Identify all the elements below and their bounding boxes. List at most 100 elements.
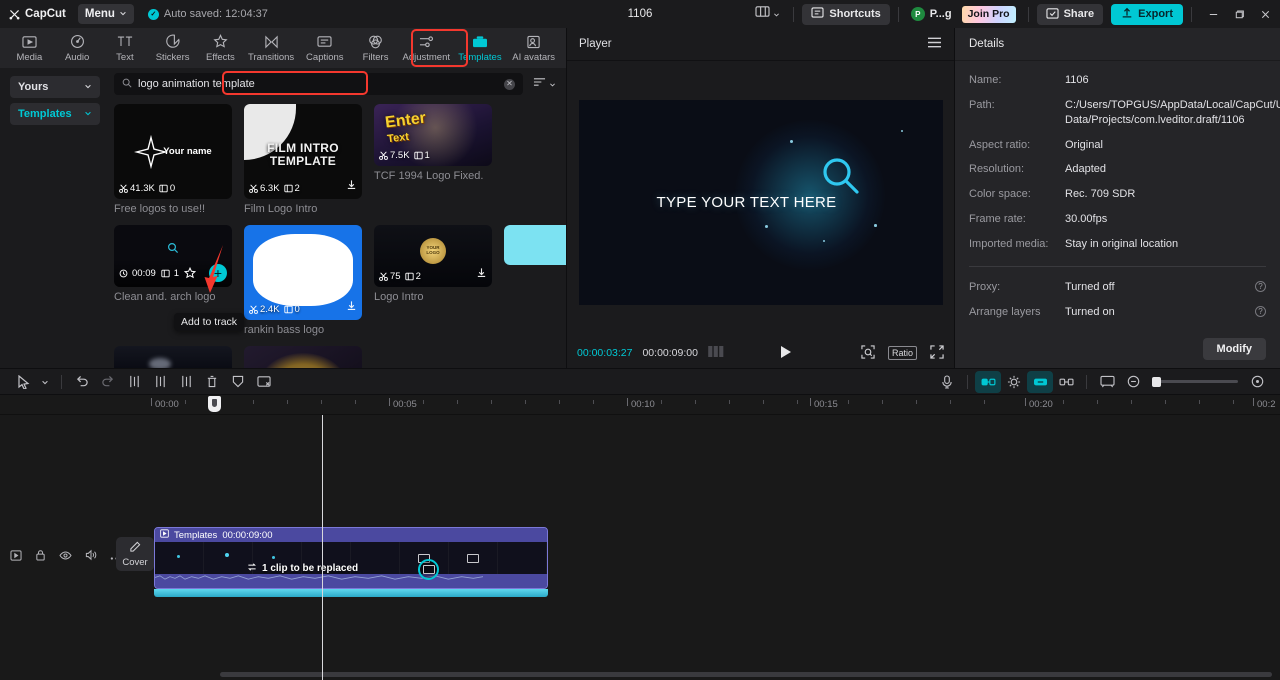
mirror-icon[interactable] bbox=[251, 371, 277, 393]
clips-stat: 2 bbox=[404, 271, 421, 282]
zoom-in-icon[interactable] bbox=[1244, 371, 1270, 393]
download-icon[interactable] bbox=[346, 298, 357, 316]
tab-ai-avatars[interactable]: AI avatars bbox=[507, 29, 560, 67]
menu-button[interactable]: Menu bbox=[77, 4, 134, 24]
card-thumbnail bbox=[504, 225, 566, 265]
template-card[interactable] bbox=[114, 346, 232, 368]
zoom-slider[interactable] bbox=[1152, 376, 1238, 387]
account-name: P...g bbox=[929, 8, 952, 20]
tab-effects[interactable]: Effects bbox=[197, 29, 244, 67]
account-button[interactable]: P P...g Join Pro bbox=[907, 5, 1020, 23]
auto-adjust-icon[interactable] bbox=[1001, 371, 1027, 393]
card-caption: Free logos to use!! bbox=[114, 203, 206, 215]
info-icon[interactable]: ? bbox=[1255, 305, 1266, 317]
mute-icon[interactable] bbox=[85, 548, 97, 566]
template-card[interactable]: YOUR LOGO 75 2 Logo Intro bbox=[374, 225, 492, 336]
horizontal-scrollbar[interactable] bbox=[220, 672, 1272, 677]
tab-transitions[interactable]: Transitions bbox=[245, 29, 298, 67]
add-to-track-button[interactable]: + bbox=[209, 264, 227, 282]
chevron-down-icon bbox=[84, 108, 92, 120]
fullscreen-icon[interactable] bbox=[930, 344, 944, 362]
shortcuts-button[interactable]: Shortcuts bbox=[802, 3, 890, 25]
detail-label: Path: bbox=[969, 98, 995, 111]
download-icon[interactable] bbox=[476, 265, 487, 283]
captions-icon bbox=[317, 34, 332, 50]
detail-row-aspect-ratio: Aspect ratio: Original bbox=[969, 138, 1266, 153]
layout-button[interactable] bbox=[750, 5, 785, 23]
uses-value: 2.4K bbox=[260, 304, 280, 315]
frames-icon[interactable] bbox=[708, 346, 724, 360]
star-icon[interactable] bbox=[184, 267, 197, 279]
share-button[interactable]: Share bbox=[1036, 3, 1104, 25]
template-card[interactable] bbox=[504, 225, 566, 336]
clips-value: 1 bbox=[173, 267, 180, 279]
sort-filter-button[interactable] bbox=[533, 75, 556, 93]
audio-track[interactable] bbox=[154, 589, 548, 597]
template-card[interactable]: Enter Text 7.5K 1 TCF 1994 Logo Fixed. bbox=[374, 104, 492, 215]
zoom-slider-handle[interactable] bbox=[1152, 376, 1161, 387]
timeline-ruler[interactable]: 00:00 00:05 00:10 00:15 00:20 00:2 bbox=[0, 395, 1280, 415]
redo-icon[interactable] bbox=[95, 371, 121, 393]
tab-captions[interactable]: Captions bbox=[298, 29, 351, 67]
freeze-icon[interactable] bbox=[225, 371, 251, 393]
selected-thumb-ring[interactable] bbox=[418, 559, 439, 580]
magnet-snap-icon[interactable] bbox=[1027, 370, 1053, 393]
tab-text[interactable]: Text bbox=[102, 29, 149, 67]
template-card[interactable]: TEAM NAME 4.8K 1 bbox=[244, 346, 362, 368]
export-button[interactable]: Export bbox=[1111, 3, 1183, 25]
uses-value: 7.5K bbox=[390, 150, 410, 161]
ratio-button[interactable]: Ratio bbox=[887, 346, 917, 360]
delete-icon[interactable] bbox=[199, 371, 225, 393]
cover-button[interactable]: Cover bbox=[116, 537, 154, 571]
clear-icon[interactable]: ✕ bbox=[504, 78, 515, 90]
uses-value: 6.3K bbox=[260, 183, 280, 194]
modify-button[interactable]: Modify bbox=[1202, 338, 1266, 360]
tab-templates[interactable]: Templates bbox=[454, 29, 507, 67]
filter-yours[interactable]: Yours bbox=[10, 76, 100, 98]
timeline-body: Cover Templates 00:00:09:00 1 clip to be… bbox=[0, 415, 1280, 680]
tab-audio[interactable]: Audio bbox=[54, 29, 101, 67]
preview-card-icon[interactable] bbox=[1094, 371, 1120, 393]
play-icon[interactable] bbox=[780, 345, 793, 362]
thumb-screen-icon bbox=[422, 565, 435, 574]
info-icon[interactable]: ? bbox=[1255, 280, 1266, 292]
track-type-icon[interactable] bbox=[10, 548, 22, 566]
timeline-clip[interactable]: Templates 00:00:09:00 1 clip to be repla… bbox=[154, 527, 548, 589]
undo-icon[interactable] bbox=[69, 371, 95, 393]
ruler-label: 00:20 bbox=[1029, 399, 1053, 410]
split-icon[interactable] bbox=[121, 371, 147, 393]
chevron-down-icon[interactable] bbox=[36, 371, 54, 393]
search-input[interactable] bbox=[138, 78, 498, 90]
tab-filters[interactable]: Filters bbox=[352, 29, 399, 67]
filter-templates[interactable]: Templates bbox=[10, 103, 100, 125]
maximize-button[interactable] bbox=[1226, 0, 1252, 28]
microphone-icon[interactable] bbox=[934, 371, 960, 393]
minimize-button[interactable] bbox=[1200, 0, 1226, 28]
trim-left-icon[interactable] bbox=[147, 371, 173, 393]
zoom-out-icon[interactable] bbox=[1120, 371, 1146, 393]
zoom-fit-icon[interactable] bbox=[861, 344, 875, 362]
template-card[interactable]: FILM INTRO TEMPLATE 6.3K 2 Film Logo Int… bbox=[244, 104, 362, 215]
video-canvas[interactable]: TYPE YOUR TEXT HERE bbox=[578, 100, 943, 305]
lock-icon[interactable] bbox=[35, 548, 46, 566]
join-pro-button[interactable]: Join Pro bbox=[961, 5, 1016, 23]
template-card[interactable]: 2.4K 0 rankin bass logo bbox=[244, 225, 362, 336]
close-button[interactable] bbox=[1252, 0, 1278, 28]
search-box[interactable]: ✕ bbox=[114, 73, 523, 95]
tab-stickers[interactable]: Stickers bbox=[149, 29, 196, 67]
template-card[interactable]: Your name 41.3K 0 Free logos to use!! bbox=[114, 104, 232, 215]
detail-label: Aspect ratio: bbox=[969, 138, 1031, 151]
effects-icon bbox=[213, 34, 228, 50]
playhead-handle[interactable] bbox=[208, 396, 221, 412]
trim-right-icon[interactable] bbox=[173, 371, 199, 393]
titlebar-actions: Shortcuts P P...g Join Pro Share Export bbox=[750, 0, 1280, 28]
select-arrow-icon[interactable] bbox=[10, 371, 36, 393]
eye-icon[interactable] bbox=[59, 548, 72, 566]
card-caption: TCF 1994 Logo Fixed. bbox=[374, 170, 484, 182]
tab-media[interactable]: Media bbox=[6, 29, 53, 67]
hamburger-icon[interactable] bbox=[927, 36, 942, 52]
link-clips-icon[interactable] bbox=[975, 370, 1001, 393]
download-icon[interactable] bbox=[346, 177, 357, 195]
tab-adjustment[interactable]: Adjustment bbox=[400, 29, 453, 67]
keyframe-icon[interactable] bbox=[1053, 371, 1079, 393]
